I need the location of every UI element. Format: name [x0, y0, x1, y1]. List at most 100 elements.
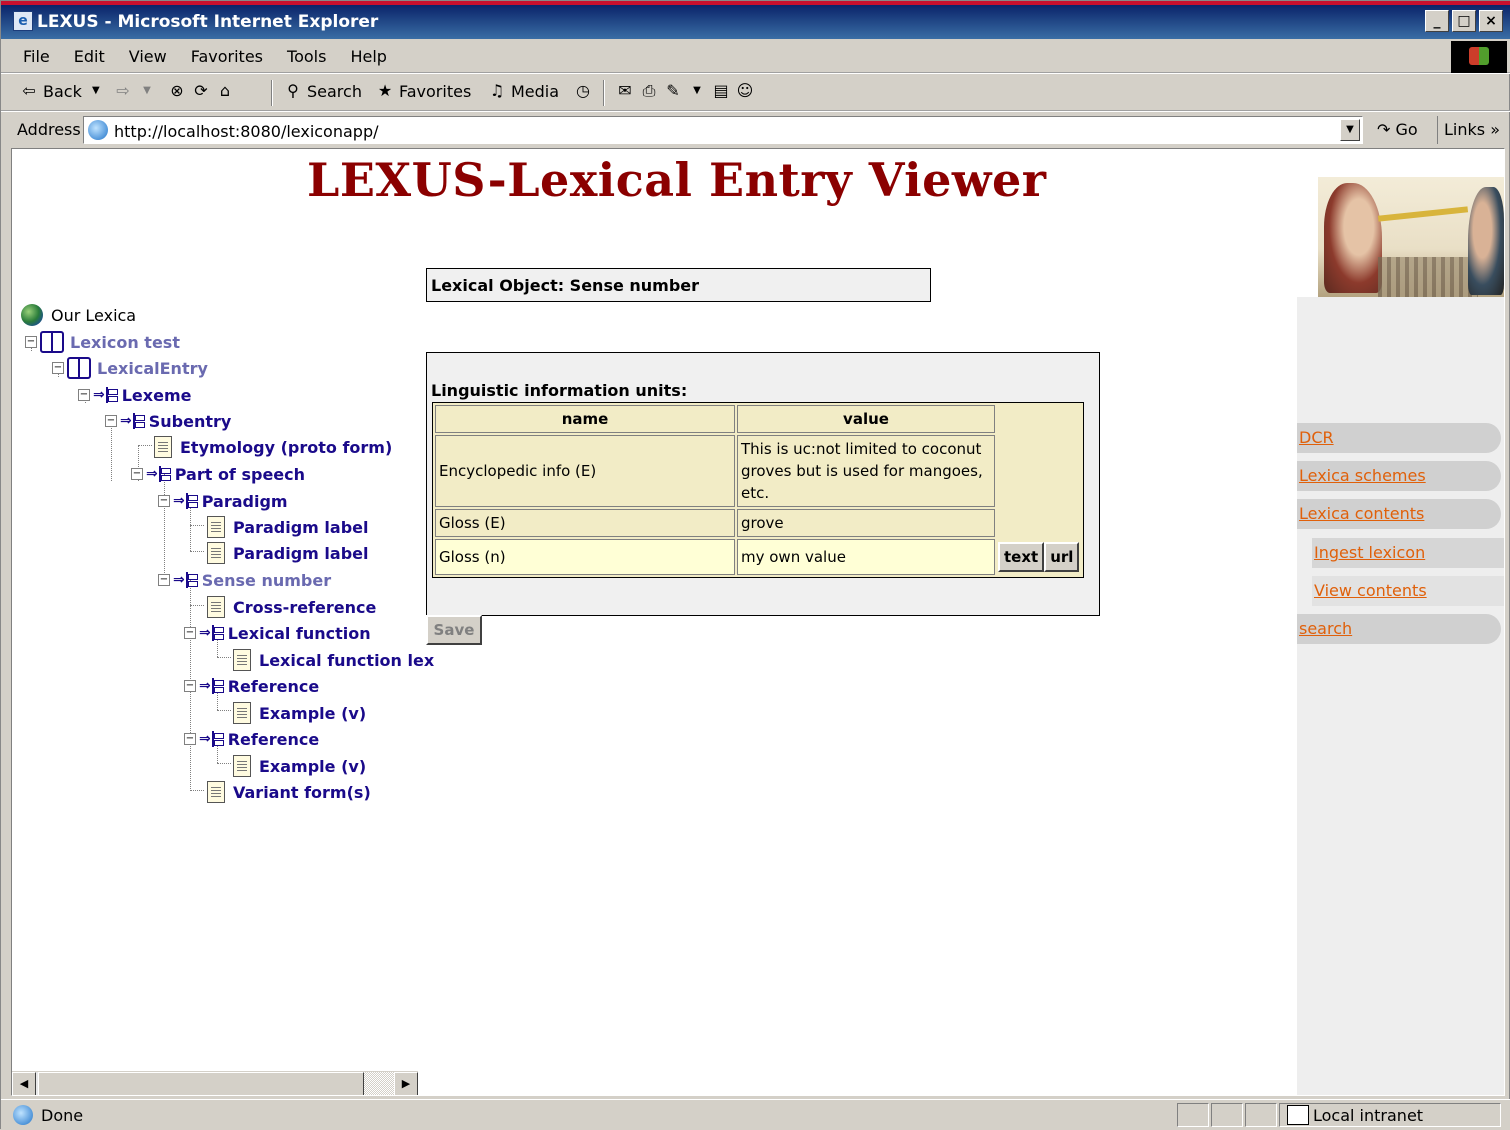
tree-label: Paradigm label	[233, 543, 369, 563]
save-button[interactable]: Save	[426, 615, 482, 645]
collapse-icon[interactable]: −	[184, 733, 196, 745]
tree-label: Variant form(s)	[233, 782, 371, 802]
row-value-cell[interactable]: my own value	[737, 539, 995, 575]
collapse-icon[interactable]: −	[25, 336, 37, 348]
print-icon[interactable]: ⎙	[639, 81, 659, 101]
row-value-cell[interactable]: grove	[737, 509, 995, 537]
tree-node-sense-number[interactable]: − ⇒ Sense number	[158, 568, 331, 592]
tree-node-lexical-function[interactable]: − ⇒ Lexical function	[184, 621, 371, 645]
go-arrow-icon: ↷	[1377, 120, 1391, 139]
address-dropdown-icon[interactable]: ▼	[1340, 119, 1360, 141]
address-url[interactable]: http://localhost:8080/lexiconapp/	[114, 122, 379, 141]
text-button[interactable]: text	[998, 542, 1045, 572]
tree-label: Cross-reference	[233, 597, 377, 617]
tree-node-cross-reference[interactable]: Cross-reference	[207, 595, 376, 619]
tree-node-lexeme[interactable]: − ⇒ Lexeme	[78, 383, 191, 407]
search-button[interactable]: ⚲ Search	[283, 81, 362, 101]
menu-tools[interactable]: Tools	[287, 47, 326, 66]
nav-dcr[interactable]: DCR	[1297, 423, 1501, 453]
back-dropdown-icon[interactable]: ▼	[86, 81, 106, 101]
messenger-icon[interactable]: ☺	[735, 81, 755, 101]
collapse-icon[interactable]: −	[52, 362, 64, 374]
forward-dropdown-icon[interactable]: ▼	[137, 81, 157, 101]
url-button[interactable]: url	[1044, 542, 1080, 572]
home-icon[interactable]: ⌂	[215, 81, 235, 101]
scroll-track[interactable]	[364, 1072, 394, 1095]
horizontal-scrollbar[interactable]: ◀ ▶	[12, 1071, 418, 1095]
scroll-thumb[interactable]	[38, 1072, 364, 1095]
scroll-right-icon[interactable]: ▶	[394, 1072, 418, 1095]
collapse-icon[interactable]: −	[158, 495, 170, 507]
minimize-button[interactable]: _	[1425, 10, 1449, 32]
security-zone-label: Local intranet	[1313, 1106, 1424, 1125]
tree-structure-icon	[158, 466, 171, 482]
tree-node-variant-forms[interactable]: Variant form(s)	[207, 780, 371, 804]
edit-icon[interactable]: ✎	[663, 81, 683, 101]
table-row[interactable]: Encyclopedic info (E) This is uc:not lim…	[435, 435, 1081, 507]
menu-favorites[interactable]: Favorites	[191, 47, 263, 66]
tree-label: Part of speech	[174, 464, 306, 484]
tree-node-subentry[interactable]: − ⇒ Subentry	[105, 409, 231, 433]
tree-node-example-1[interactable]: Example (v)	[233, 701, 366, 725]
back-button[interactable]: ⇦ Back ▼	[19, 81, 106, 101]
menu-view[interactable]: View	[129, 47, 167, 66]
links-button[interactable]: Links »	[1437, 116, 1506, 144]
ie-app-icon: e	[13, 11, 33, 31]
tree-node-lexical-function-lex[interactable]: Lexical function lex	[233, 648, 434, 672]
stop-icon[interactable]: ⊗	[167, 81, 187, 101]
table-row[interactable]: Gloss (E) grove	[435, 509, 1081, 537]
favorites-button[interactable]: ★ Favorites	[375, 81, 471, 101]
nav-ingest-lexicon[interactable]: Ingest lexicon	[1312, 538, 1504, 568]
collapse-icon[interactable]: −	[105, 415, 117, 427]
forward-button[interactable]: ⇨ ▼	[113, 81, 157, 101]
tree-root-our-lexica[interactable]: Our Lexica	[21, 303, 136, 327]
collapse-icon[interactable]: −	[158, 574, 170, 586]
book-icon	[67, 357, 91, 379]
nav-lexica-contents[interactable]: Lexica contents	[1297, 499, 1501, 529]
history-icon[interactable]: ◷	[573, 81, 593, 101]
right-nav-column	[1297, 297, 1504, 1095]
tree-node-etymology[interactable]: Etymology (proto form)	[154, 435, 392, 459]
menu-help[interactable]: Help	[350, 47, 386, 66]
tree-label: Reference	[227, 729, 320, 749]
go-button[interactable]: ↷ Go	[1377, 120, 1418, 139]
tree-node-paradigm-label-1[interactable]: Paradigm label	[207, 515, 368, 539]
tree-node-reference-1[interactable]: − ⇒ Reference	[184, 674, 319, 698]
media-button[interactable]: ♫ Media	[487, 81, 559, 101]
collapse-icon[interactable]: −	[184, 680, 196, 692]
nav-search[interactable]: search	[1297, 614, 1501, 644]
edit-dropdown-icon[interactable]: ▼	[687, 81, 707, 101]
address-input[interactable]: http://localhost:8080/lexiconapp/ ▼	[83, 116, 1363, 144]
nav-view-contents[interactable]: View contents	[1312, 576, 1504, 606]
discuss-icon[interactable]: ▤	[711, 81, 731, 101]
page-icon	[88, 120, 108, 140]
menu-edit[interactable]: Edit	[74, 47, 105, 66]
menu-file[interactable]: File	[23, 47, 50, 66]
tree-label: Subentry	[148, 411, 232, 431]
tree-node-lexicon-test[interactable]: − Lexicon test	[25, 330, 180, 354]
tree-node-part-of-speech[interactable]: − ⇒ Part of speech	[131, 462, 305, 486]
tree-node-paradigm-label-2[interactable]: Paradigm label	[207, 541, 368, 565]
collapse-icon[interactable]: −	[131, 468, 143, 480]
scroll-left-icon[interactable]: ◀	[12, 1072, 36, 1095]
tree-node-lexicalentry[interactable]: − LexicalEntry	[52, 356, 208, 380]
tree-node-reference-2[interactable]: − ⇒ Reference	[184, 727, 319, 751]
maximize-button[interactable]: □	[1452, 10, 1476, 32]
nav-lexica-schemes[interactable]: Lexica schemes	[1297, 461, 1501, 491]
row-value-cell[interactable]: This is uc:not limited to coconut groves…	[737, 435, 995, 507]
refresh-icon[interactable]: ⟳	[191, 81, 211, 101]
toolbar: ⇦ Back ▼ ⇨ ▼ ⊗ ⟳ ⌂ ⚲ Search ★ Favorites …	[1, 73, 1510, 111]
mail-icon[interactable]: ✉	[615, 81, 635, 101]
table-row-selected[interactable]: Gloss (n) my own value text url	[435, 539, 1081, 575]
arrow-right-icon: ⇒	[173, 493, 185, 509]
search-label: Search	[307, 81, 362, 101]
collapse-icon[interactable]: −	[78, 389, 90, 401]
links-label: Links	[1444, 120, 1486, 139]
tree-node-paradigm[interactable]: − ⇒ Paradigm	[158, 489, 288, 513]
tree-node-example-2[interactable]: Example (v)	[233, 754, 366, 778]
browser-window: e LEXUS - Microsoft Internet Explorer _ …	[0, 0, 1510, 1130]
collapse-icon[interactable]: −	[184, 627, 196, 639]
arrow-right-icon: ⇒	[199, 678, 211, 694]
page-content: LEXUS-Lexical Entry Viewer DCR Lexica sc…	[11, 148, 1505, 1096]
close-button[interactable]: ×	[1479, 10, 1503, 32]
